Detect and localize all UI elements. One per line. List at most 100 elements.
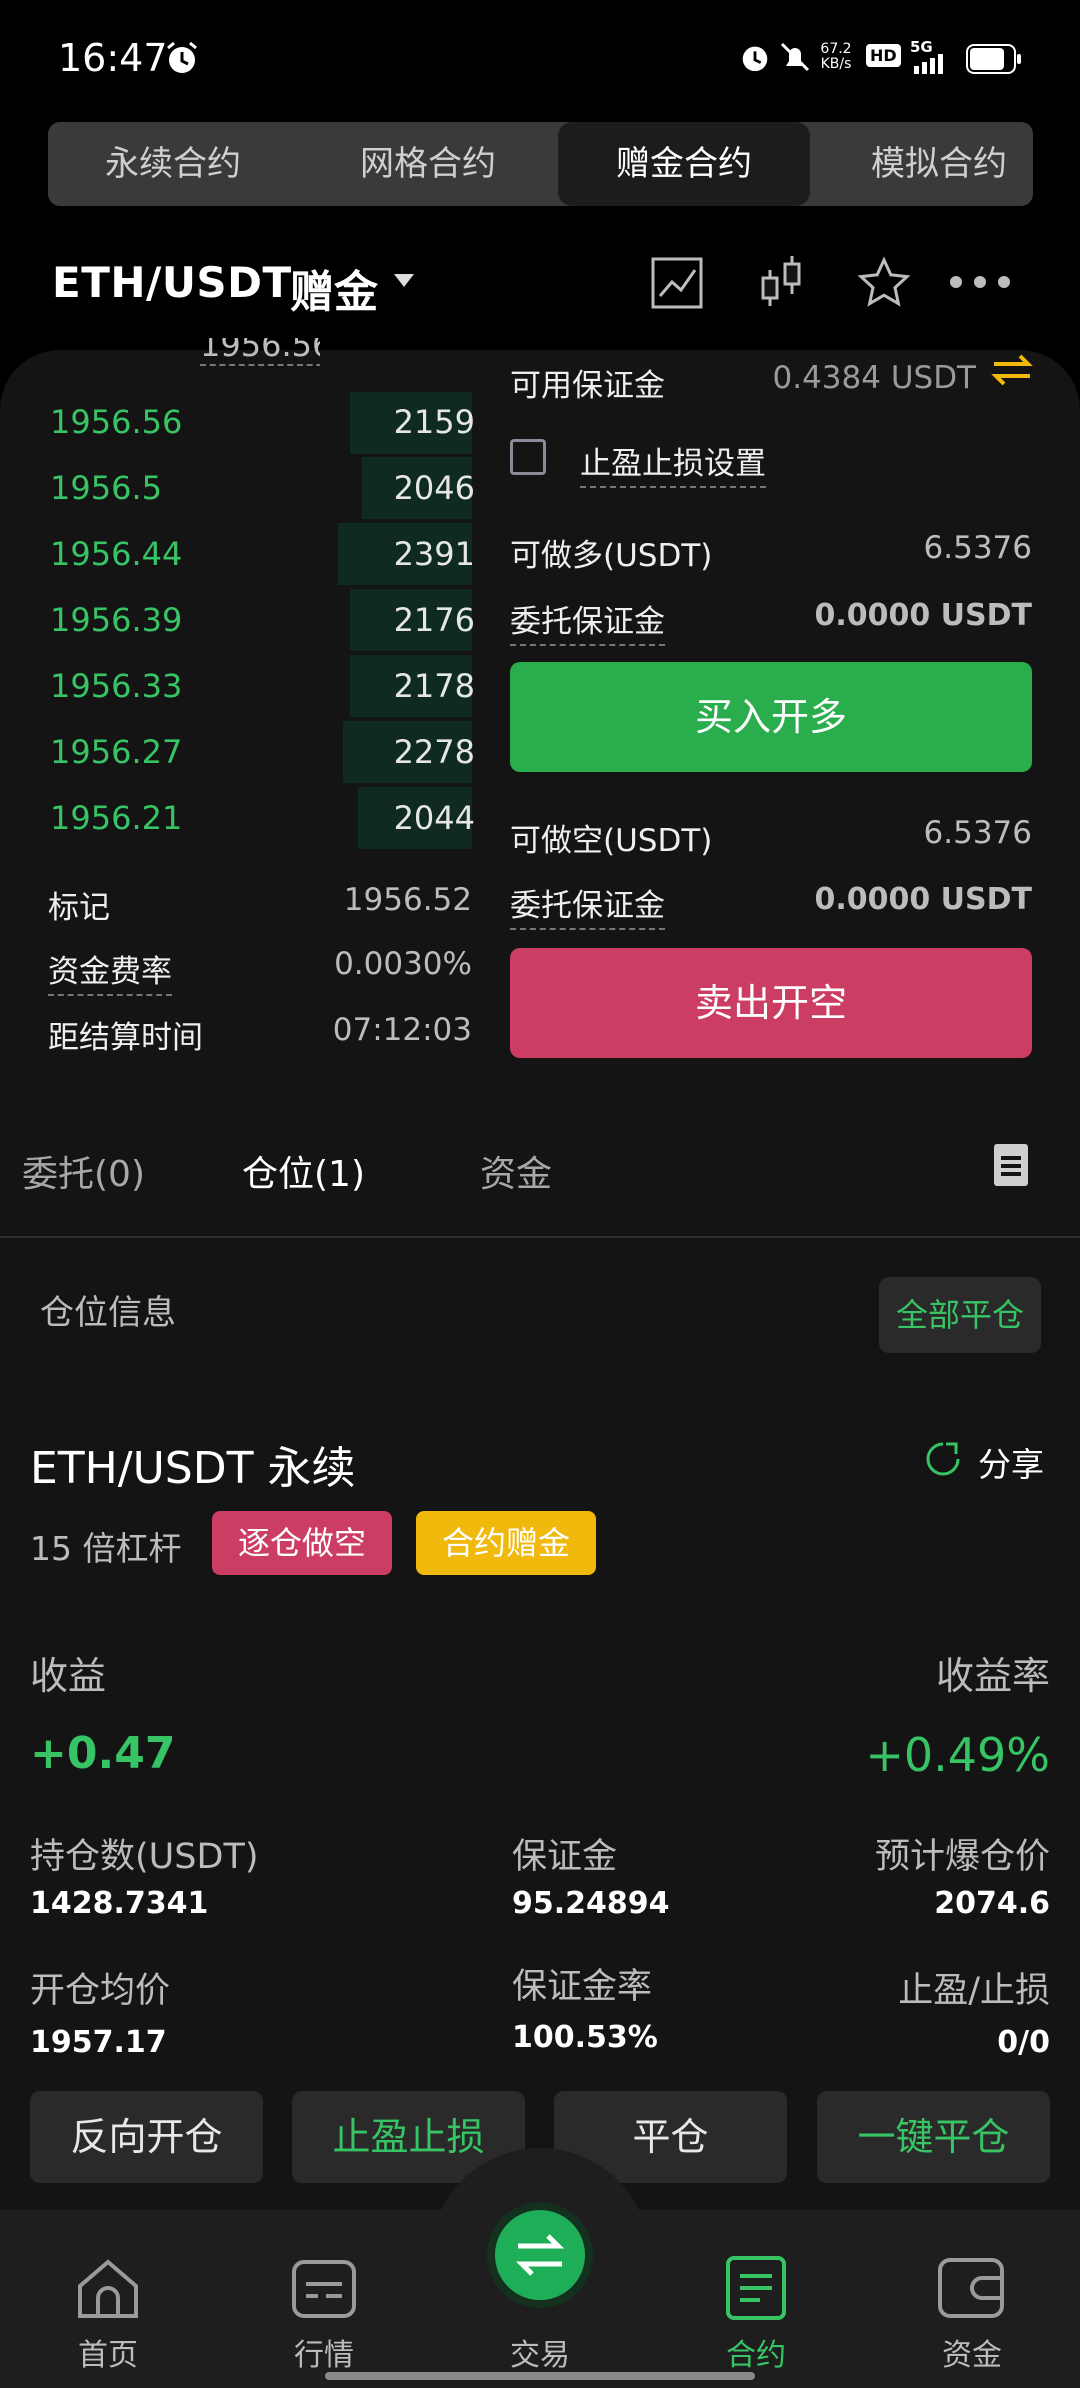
mark-value: 1956.52	[343, 882, 472, 918]
size-label: 持仓数(USDT)	[30, 1837, 259, 1877]
contract-type-tabs: 永续合约 网格合约 赠金合约 模拟合约	[48, 122, 1033, 206]
tab-perpetual[interactable]: 永续合约	[48, 122, 298, 206]
tab-demo[interactable]: 模拟合约	[814, 122, 1033, 206]
home-icon[interactable]	[76, 2258, 140, 2320]
tpsl-summary-value: 0/0	[997, 2025, 1050, 2060]
liquidation-label: 预计爆仓价	[874, 1837, 1050, 1877]
trade-panel	[0, 350, 1080, 2388]
available-margin-value: 0.4384 USDT	[772, 360, 977, 396]
chart-icon[interactable]	[650, 256, 704, 310]
sell-short-button[interactable]: 卖出开空	[510, 948, 1032, 1058]
pnl-value: +0.47	[30, 1728, 176, 1779]
home-indicator[interactable]	[325, 2372, 755, 2380]
pair-name: ETH/USDT	[52, 258, 292, 307]
share-icon[interactable]	[924, 1440, 962, 1478]
one-click-close-button[interactable]: 一键平仓	[817, 2091, 1050, 2183]
max-short-label: 可做空(USDT)	[510, 823, 713, 859]
order-margin-label[interactable]: 委托保证金	[510, 596, 665, 646]
mute-icon	[780, 42, 810, 72]
divider	[0, 1236, 1080, 1238]
margin-value: 95.24894	[512, 1886, 670, 1921]
leverage-label: 15 倍杠杆	[30, 1529, 182, 1568]
isolated-short-badge: 逐仓做空	[212, 1511, 392, 1575]
size-value: 1428.7341	[30, 1886, 209, 1921]
close-all-button[interactable]: 全部平仓	[879, 1277, 1041, 1353]
alarm-icon	[167, 41, 197, 73]
net-speed-unit: KB/s	[820, 56, 852, 72]
ask-qty: 2044	[393, 799, 475, 837]
tpsl-settings-label[interactable]: 止盈止损设置	[580, 438, 766, 488]
funding-rate-label[interactable]: 资金费率	[48, 946, 172, 996]
ask-qty: 2178	[393, 667, 475, 705]
bonus-badge: 合约赠金	[416, 1511, 596, 1575]
tab-orders[interactable]: 委托(0)	[22, 1145, 145, 1197]
share-button[interactable]: 分享	[978, 1438, 1044, 1486]
alarm-status-icon	[742, 46, 768, 72]
funding-rate-value: 0.0030%	[334, 946, 472, 982]
order-margin-value-2: 0.0000 USDT	[814, 882, 1032, 917]
max-short-value: 6.5376	[923, 815, 1032, 851]
ask-price: 1956.33	[50, 667, 183, 705]
available-margin-label: 可用保证金	[510, 368, 665, 404]
star-icon[interactable]	[857, 256, 911, 310]
max-long-value: 6.5376	[923, 530, 1032, 566]
orderbook-cut-price: 1956.56	[200, 338, 320, 366]
reverse-position-button[interactable]: 反向开仓	[30, 2091, 263, 2183]
nav-home[interactable]: 首页	[48, 2330, 168, 2374]
buy-long-button[interactable]: 买入开多	[510, 662, 1032, 772]
ask-qty: 2159	[393, 403, 475, 441]
transfer-icon[interactable]	[990, 352, 1034, 388]
roe-value: +0.49%	[865, 1728, 1050, 1782]
ask-price: 1956.56	[50, 403, 183, 441]
settlement-countdown: 07:12:03	[332, 1012, 472, 1048]
liquidation-value: 2074.6	[934, 1886, 1050, 1921]
order-margin-value: 0.0000 USDT	[814, 598, 1032, 633]
tab-positions[interactable]: 仓位(1)	[242, 1145, 365, 1197]
nav-trade[interactable]: 交易	[480, 2330, 600, 2374]
tab-bonus[interactable]: 赠金合约	[558, 122, 810, 206]
hd-badge: HD	[866, 44, 901, 67]
more-icon[interactable]	[948, 272, 1012, 292]
contract-icon[interactable]	[726, 2256, 786, 2320]
document-icon[interactable]	[994, 1144, 1028, 1186]
ask-price: 1956.44	[50, 535, 183, 573]
nav-market[interactable]: 行情	[264, 2330, 384, 2374]
net-speed-value: 67.2	[820, 41, 852, 57]
settlement-label: 距结算时间	[48, 1020, 203, 1056]
entry-price-label: 开仓均价	[30, 1971, 171, 2011]
position-section-label: 仓位信息	[40, 1293, 176, 1333]
signal-icon	[914, 54, 943, 74]
ask-qty: 2391	[393, 535, 475, 573]
status-time: 16:47	[58, 36, 168, 80]
status-bar: 16:47 67.2 KB/s HD 5G	[0, 0, 1080, 110]
tpsl-summary-label: 止盈/止损	[898, 1971, 1050, 2011]
wallet-icon[interactable]	[938, 2258, 1004, 2318]
tab-funds[interactable]: 资金	[480, 1145, 552, 1197]
battery-icon	[966, 44, 1021, 74]
trade-fab[interactable]	[487, 2202, 593, 2308]
market-icon[interactable]	[292, 2260, 356, 2318]
order-margin-label-2[interactable]: 委托保证金	[510, 880, 665, 930]
margin-ratio-value: 100.53%	[512, 2020, 658, 2055]
ask-qty: 2176	[393, 601, 475, 639]
tpsl-checkbox[interactable]	[510, 439, 546, 475]
candlestick-icon[interactable]	[758, 254, 804, 310]
tab-grid[interactable]: 网格合约	[303, 122, 553, 206]
chevron-down-icon	[394, 274, 414, 287]
ask-price: 1956.21	[50, 799, 183, 837]
ask-price: 1956.27	[50, 733, 183, 771]
roe-label: 收益率	[935, 1654, 1050, 1698]
pnl-label: 收益	[30, 1654, 107, 1698]
ask-qty: 2046	[393, 469, 475, 507]
entry-price-value: 1957.17	[30, 2025, 167, 2060]
ask-price: 1956.39	[50, 601, 183, 639]
ask-qty: 2278	[393, 733, 475, 771]
position-title: ETH/USDT 永续	[30, 1443, 356, 1494]
pair-tag: 赠金	[290, 267, 378, 318]
nav-funds[interactable]: 资金	[912, 2330, 1032, 2374]
ask-price: 1956.5	[50, 469, 162, 507]
mark-label: 标记	[48, 890, 110, 926]
swap-icon	[515, 2234, 565, 2276]
margin-ratio-label: 保证金率	[512, 1967, 653, 2007]
nav-contract[interactable]: 合约	[696, 2330, 816, 2374]
